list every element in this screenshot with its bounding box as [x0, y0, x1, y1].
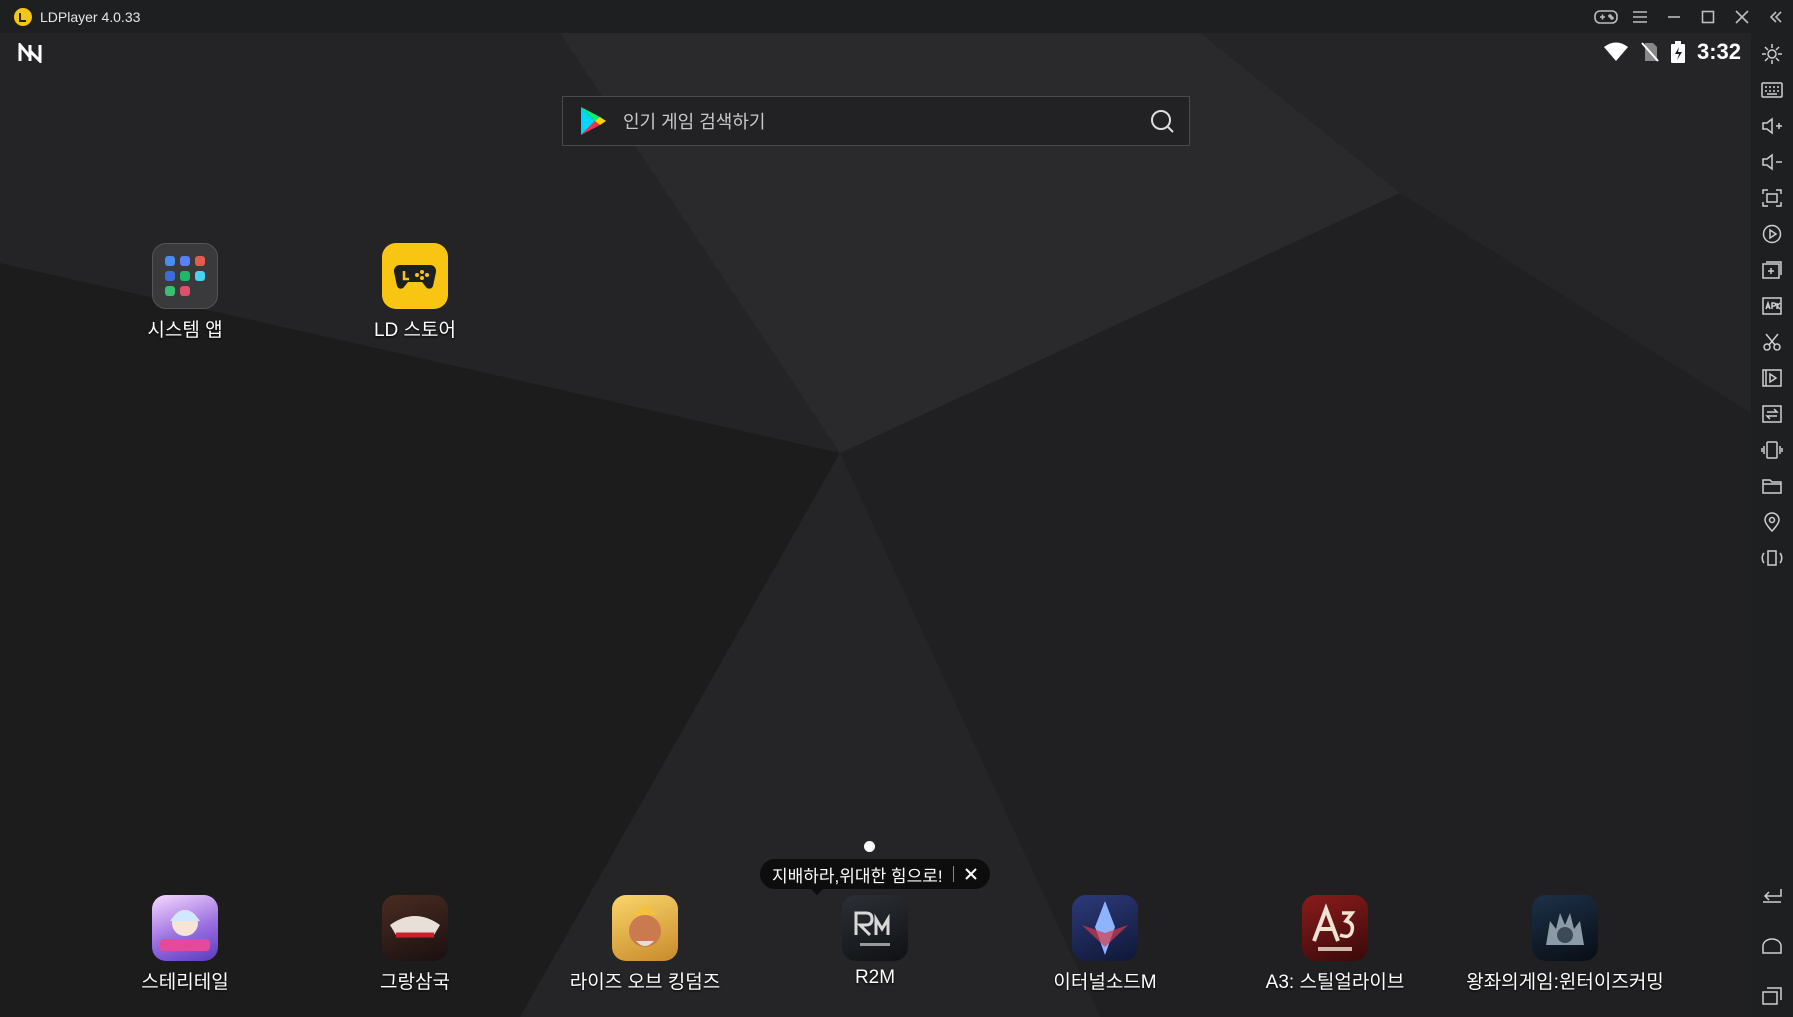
no-sim-icon — [1641, 42, 1659, 62]
app-ld-store[interactable]: LD 스토어 — [340, 243, 490, 342]
notification-n-icon — [18, 43, 42, 63]
title-bar: LDPlayer 4.0.33 — [0, 0, 1793, 33]
android-home-screen: 3:32 인기 게임 검색하기 시스템 앱 LD 스토어 지배하라,위대한 힘으… — [0, 33, 1751, 1017]
settings-icon[interactable] — [1757, 39, 1787, 69]
app-label: 이터널소드M — [1053, 972, 1157, 993]
app-grand-samguk[interactable]: 그랑삼국 — [340, 895, 490, 994]
fullscreen-icon[interactable] — [1757, 183, 1787, 213]
rotate-icon[interactable] — [1757, 543, 1787, 573]
app-a3-still-alive[interactable]: A3: 스틸얼라이브 — [1260, 895, 1410, 994]
search-bar[interactable]: 인기 게임 검색하기 — [562, 96, 1190, 146]
wifi-icon — [1603, 42, 1628, 61]
minimize-icon[interactable] — [1657, 0, 1691, 33]
app-rise-of-kingdoms[interactable]: 라이즈 오브 킹덤즈 — [570, 895, 720, 994]
maximize-icon[interactable] — [1691, 0, 1725, 33]
rise-of-kingdoms-icon — [612, 895, 678, 961]
location-icon[interactable] — [1757, 507, 1787, 537]
promo-tooltip: 지배하라,위대한 힘으로! — [760, 859, 990, 889]
close-icon[interactable] — [1725, 0, 1759, 33]
ld-store-icon — [382, 243, 448, 309]
r2m-icon — [842, 895, 908, 961]
grand-samguk-icon — [382, 895, 448, 961]
status-bar: 3:32 — [0, 33, 1751, 73]
volume-down-icon[interactable] — [1757, 147, 1787, 177]
search-icon[interactable] — [1149, 108, 1175, 134]
page-indicator — [864, 841, 875, 852]
app-eternal-sword-m[interactable]: 이터널소드M — [1030, 895, 1180, 994]
shake-icon[interactable] — [1757, 435, 1787, 465]
back-icon[interactable] — [1757, 881, 1787, 911]
add-screen-icon[interactable] — [1757, 255, 1787, 285]
sync-icon[interactable] — [1757, 399, 1787, 429]
a3-still-alive-icon — [1302, 895, 1368, 961]
recent-apps-icon[interactable] — [1757, 981, 1787, 1011]
volume-up-icon[interactable] — [1757, 111, 1787, 141]
sterytale-icon — [152, 895, 218, 961]
eternal-sword-m-icon — [1072, 895, 1138, 961]
collapse-sidebar-icon[interactable] — [1759, 0, 1793, 33]
home-icon[interactable] — [1757, 931, 1787, 961]
app-label: 시스템 앱 — [147, 320, 223, 341]
tooltip-text: 지배하라,위대한 힘으로! — [772, 866, 943, 886]
divider — [952, 866, 954, 882]
app-system-apps[interactable]: 시스템 앱 — [110, 243, 260, 342]
clock: 3:32 — [1696, 39, 1741, 64]
app-label: 스테리테일 — [141, 972, 229, 993]
app-label: 라이즈 오브 킹덤즈 — [569, 972, 721, 993]
video-record-icon[interactable] — [1757, 363, 1787, 393]
search-input[interactable]: 인기 게임 검색하기 — [623, 108, 1149, 134]
battery-charging-icon — [1670, 41, 1685, 63]
folder-icon[interactable] — [1757, 471, 1787, 501]
menu-icon[interactable] — [1623, 0, 1657, 33]
app-label: 왕좌의게임:윈터이즈커밍 — [1466, 972, 1664, 993]
emulator-toolbar — [1751, 33, 1793, 1017]
app-r2m[interactable]: R2M — [800, 895, 950, 989]
game-of-thrones-icon — [1532, 895, 1598, 961]
app-sterytale[interactable]: 스테리테일 — [110, 895, 260, 994]
keyboard-icon[interactable] — [1757, 75, 1787, 105]
app-label: 그랑삼국 — [380, 972, 450, 993]
system-apps-icon — [152, 243, 218, 309]
app-game-of-thrones-winter-is-coming[interactable]: 왕좌의게임:윈터이즈커밍 — [1466, 895, 1664, 994]
scissors-icon[interactable] — [1757, 327, 1787, 357]
ldplayer-logo-icon — [14, 7, 32, 26]
apk-install-icon[interactable] — [1757, 291, 1787, 321]
operation-record-icon[interactable] — [1757, 219, 1787, 249]
window-title: LDPlayer 4.0.33 — [40, 8, 141, 25]
app-label: LD 스토어 — [373, 320, 456, 341]
gamepad-icon[interactable] — [1589, 0, 1623, 33]
tooltip-arrow — [810, 888, 824, 895]
google-play-icon — [581, 107, 606, 135]
app-label: A3: 스틸얼라이브 — [1265, 972, 1405, 993]
app-label: R2M — [854, 967, 896, 988]
close-icon[interactable] — [964, 867, 978, 881]
